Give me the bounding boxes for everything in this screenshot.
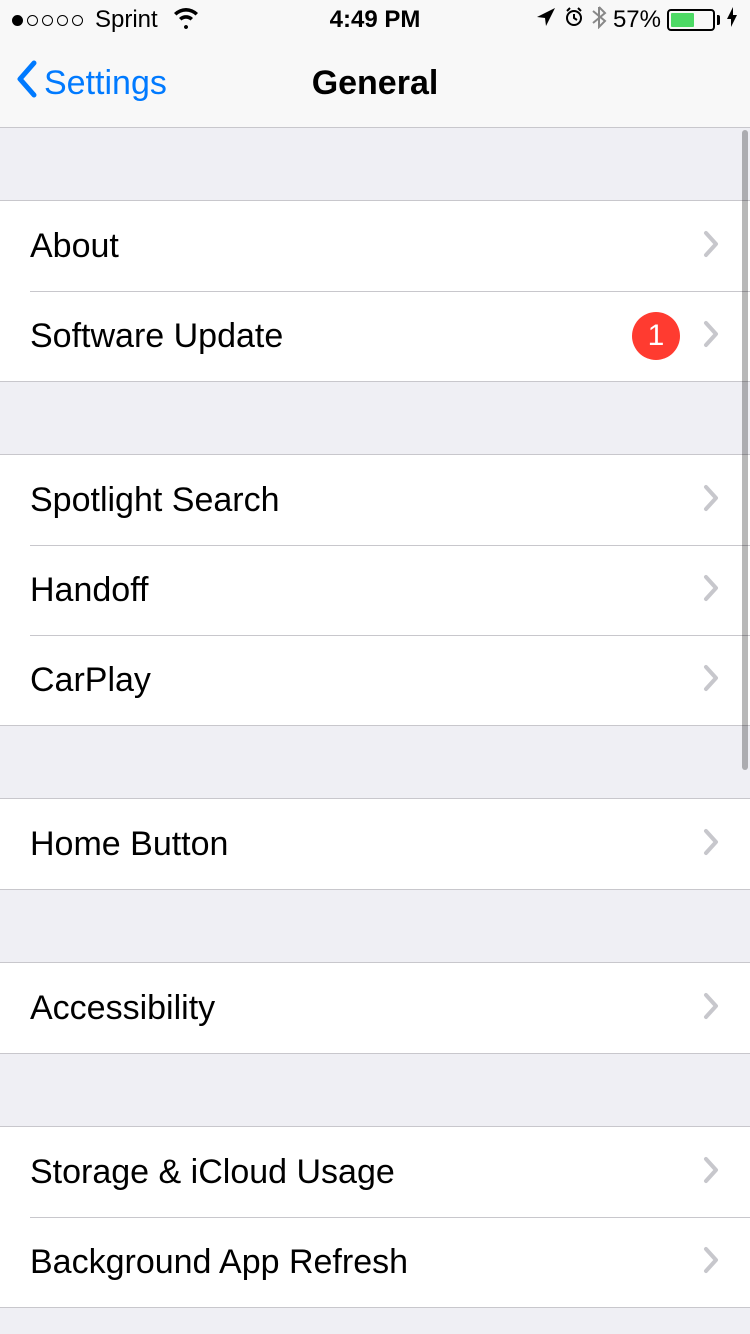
row-label: Background App Refresh — [30, 1243, 702, 1282]
status-right: 57% — [535, 5, 738, 36]
row-label: About — [30, 227, 702, 266]
chevron-right-icon — [702, 319, 720, 354]
scrollbar-indicator[interactable] — [742, 130, 748, 770]
chevron-right-icon — [702, 663, 720, 698]
section-gap — [0, 726, 750, 798]
section-gap — [0, 890, 750, 962]
section-home: Home Button — [0, 798, 750, 890]
row-label: Home Button — [30, 825, 702, 864]
notification-badge: 1 — [632, 312, 680, 360]
wifi-icon — [170, 5, 202, 36]
location-icon — [535, 6, 557, 35]
chevron-right-icon — [702, 229, 720, 264]
row-home-button[interactable]: Home Button — [0, 799, 750, 889]
status-left: Sprint — [12, 5, 202, 36]
section-gap — [0, 1054, 750, 1126]
row-background-app-refresh[interactable]: Background App Refresh — [0, 1217, 750, 1307]
back-label: Settings — [44, 64, 167, 103]
row-storage-icloud[interactable]: Storage & iCloud Usage — [0, 1127, 750, 1217]
battery-icon — [667, 9, 720, 31]
chevron-right-icon — [702, 483, 720, 518]
section-gap — [0, 1308, 750, 1334]
section-about: About Software Update 1 — [0, 200, 750, 382]
status-bar: Sprint 4:49 PM 57% — [0, 0, 750, 40]
row-carplay[interactable]: CarPlay — [0, 635, 750, 725]
back-button[interactable]: Settings — [0, 59, 167, 108]
row-accessibility[interactable]: Accessibility — [0, 963, 750, 1053]
row-label: Spotlight Search — [30, 481, 702, 520]
section-storage: Storage & iCloud Usage Background App Re… — [0, 1126, 750, 1308]
row-spotlight-search[interactable]: Spotlight Search — [0, 455, 750, 545]
row-label: Software Update — [30, 317, 632, 356]
row-software-update[interactable]: Software Update 1 — [0, 291, 750, 381]
chevron-right-icon — [702, 827, 720, 862]
section-gap — [0, 382, 750, 454]
section-spotlight: Spotlight Search Handoff CarPlay — [0, 454, 750, 726]
content-scroll[interactable]: About Software Update 1 Spotlight Search… — [0, 128, 750, 1334]
carrier-label: Sprint — [95, 6, 158, 34]
chevron-right-icon — [702, 1155, 720, 1190]
row-label: Storage & iCloud Usage — [30, 1153, 702, 1192]
row-label: Handoff — [30, 571, 702, 610]
row-about[interactable]: About — [0, 201, 750, 291]
signal-strength-icon — [12, 15, 83, 26]
row-handoff[interactable]: Handoff — [0, 545, 750, 635]
battery-percent: 57% — [613, 6, 661, 34]
chevron-right-icon — [702, 1245, 720, 1280]
section-accessibility: Accessibility — [0, 962, 750, 1054]
row-label: Accessibility — [30, 989, 702, 1028]
section-gap — [0, 128, 750, 200]
page-title: General — [312, 64, 439, 103]
chevron-left-icon — [14, 59, 38, 108]
status-time: 4:49 PM — [330, 6, 421, 34]
row-label: CarPlay — [30, 661, 702, 700]
chevron-right-icon — [702, 991, 720, 1026]
alarm-icon — [563, 6, 585, 35]
charging-icon — [726, 6, 738, 35]
chevron-right-icon — [702, 573, 720, 608]
bluetooth-icon — [591, 5, 607, 36]
nav-bar: Settings General — [0, 40, 750, 128]
